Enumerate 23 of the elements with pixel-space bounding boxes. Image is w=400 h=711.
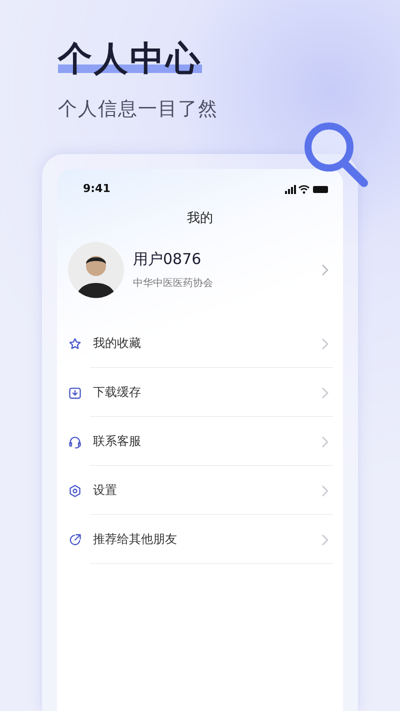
page-title: 我的 <box>186 210 214 227</box>
download-icon <box>68 386 82 400</box>
menu-item[interactable]: 设置 <box>57 466 343 515</box>
menu-item[interactable]: 联系客服 <box>57 417 343 466</box>
chevron-icon <box>321 436 329 448</box>
menu-item[interactable]: 下载缓存 <box>57 368 343 417</box>
status-time: 9:41 <box>83 182 110 195</box>
chevron-icon <box>321 484 329 496</box>
menu-item[interactable]: 推荐给其他朋友 <box>57 515 343 564</box>
profile-row[interactable]: 用户0876 中华中医医药协会 <box>57 227 343 298</box>
chevron-icon <box>321 338 329 350</box>
menu-item[interactable]: 我的收藏 <box>57 319 343 368</box>
user-organization: 中华中医医药协会 <box>133 276 214 290</box>
star-icon <box>68 336 82 350</box>
chevron-icon <box>321 264 329 276</box>
user-name: 用户0876 <box>133 250 202 269</box>
share-icon <box>68 532 82 546</box>
subtitle: 个人信息一目了然 <box>58 97 219 122</box>
settings-icon <box>68 484 82 498</box>
chevron-icon <box>321 534 329 546</box>
headset-icon <box>68 434 82 448</box>
status-icons <box>285 184 329 194</box>
chevron-icon <box>321 386 329 398</box>
